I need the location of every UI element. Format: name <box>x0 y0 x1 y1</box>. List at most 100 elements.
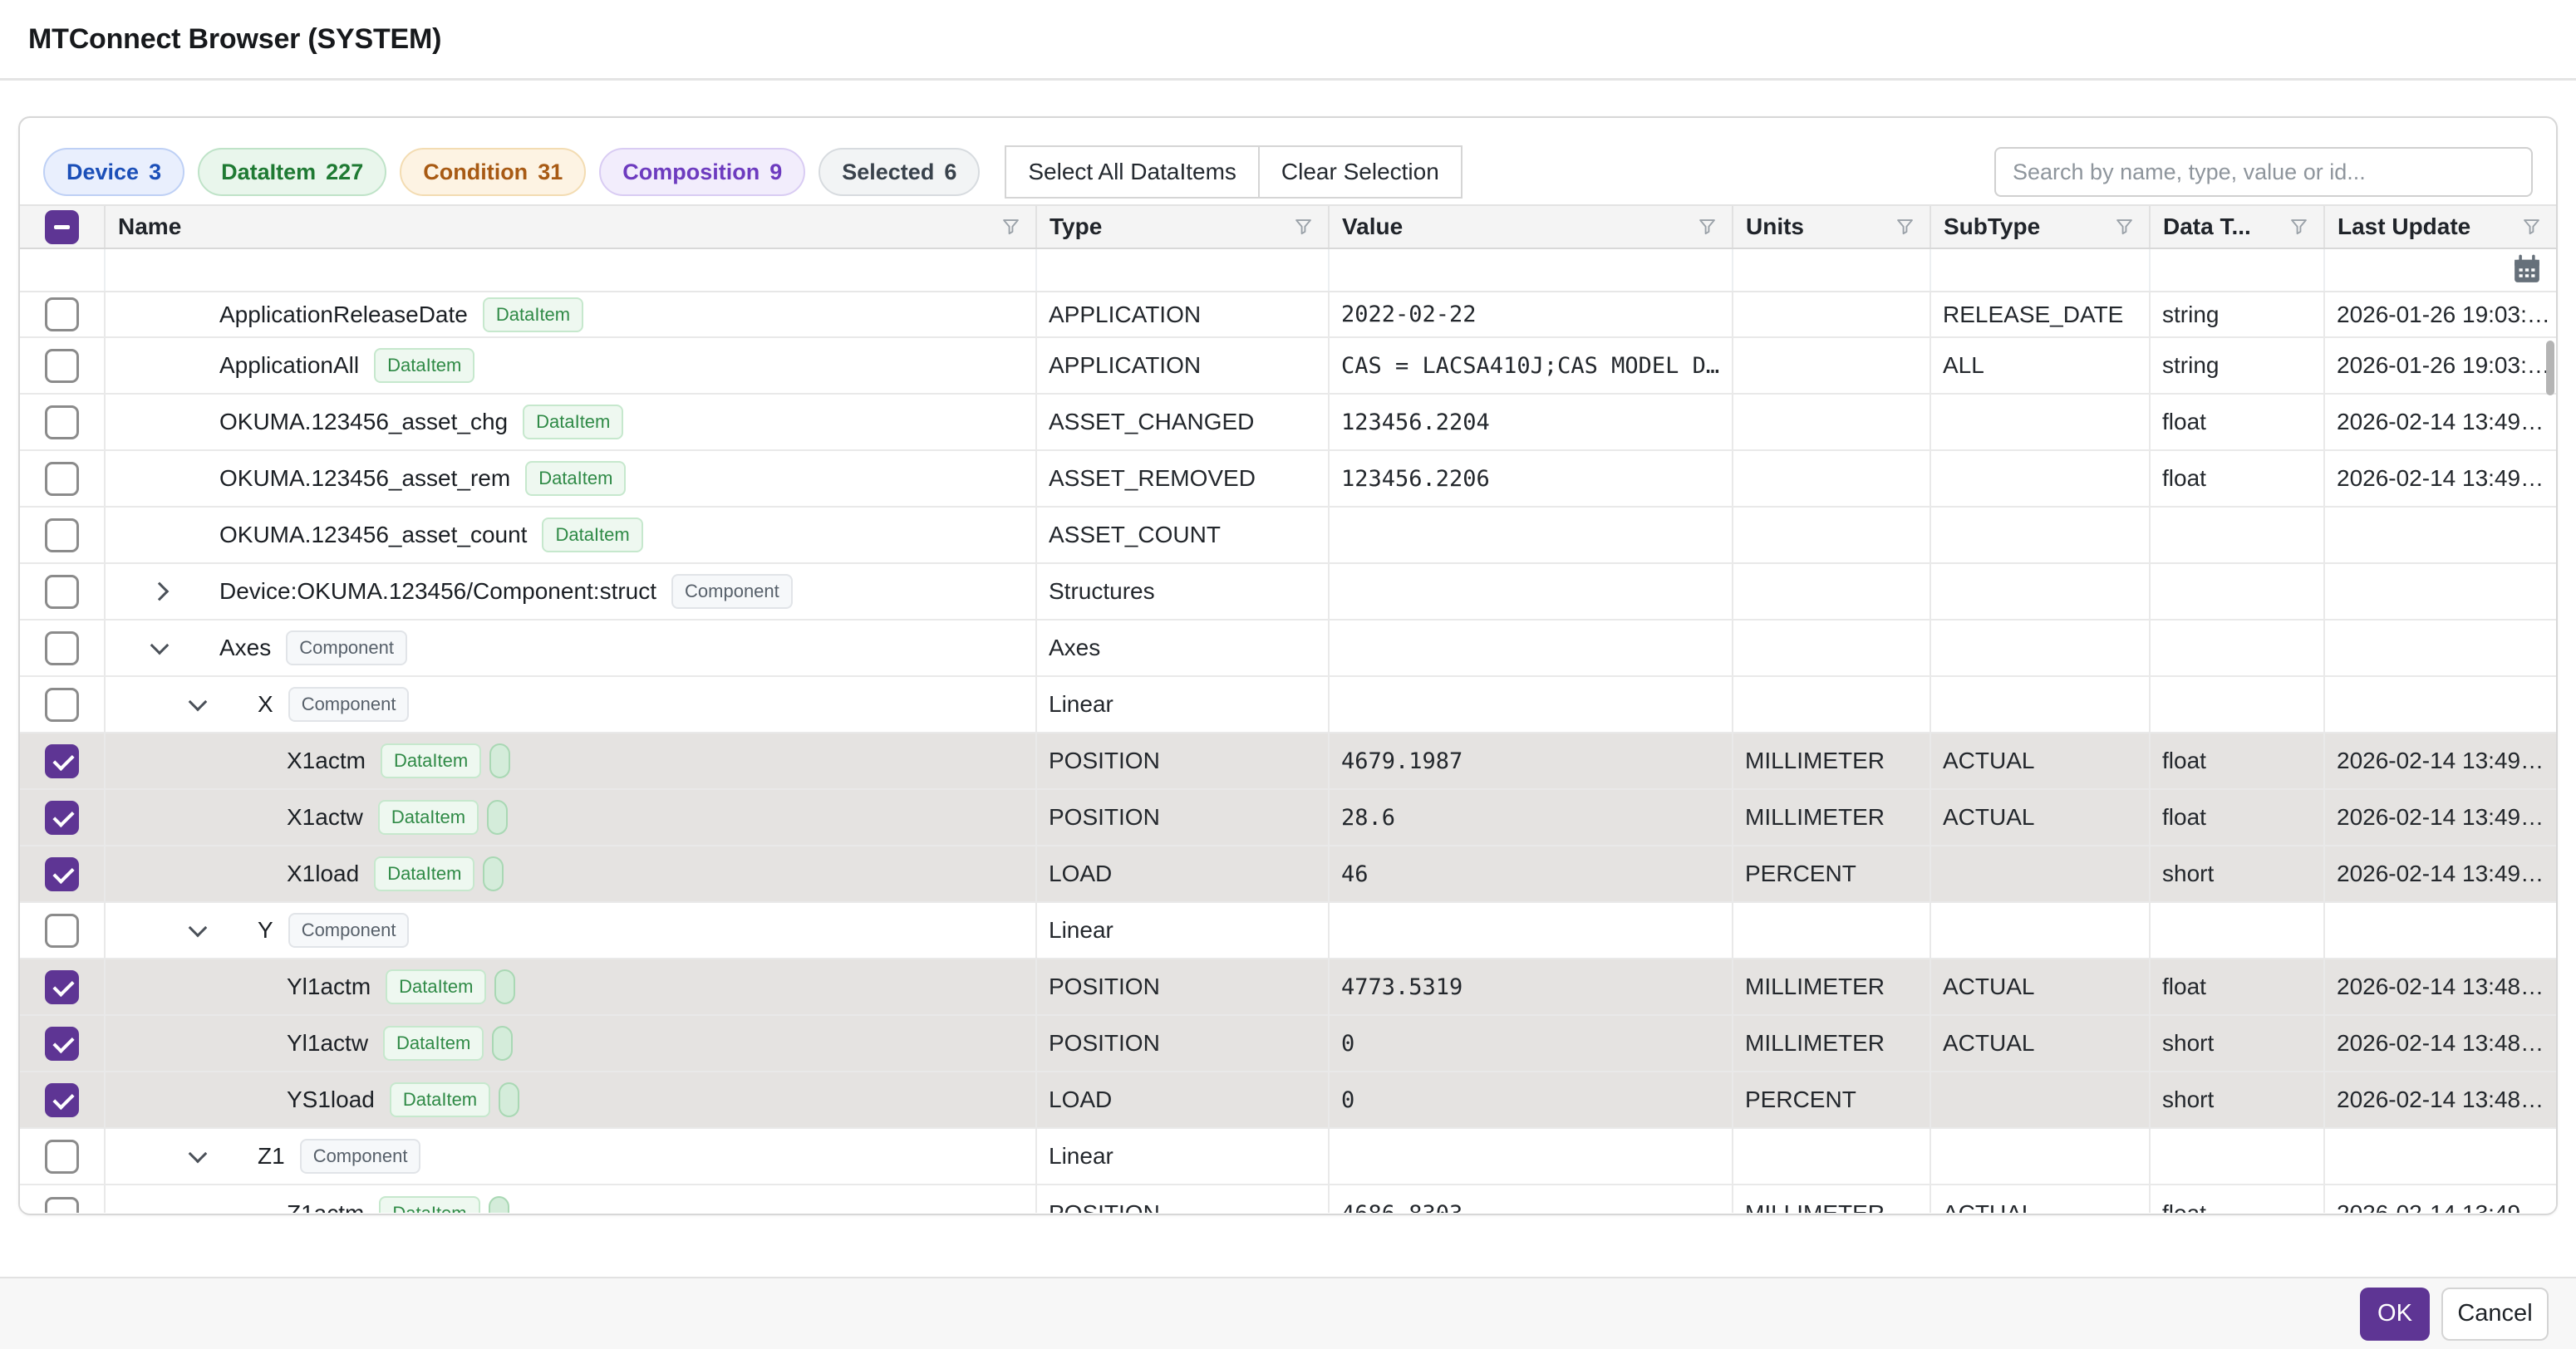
column-header-name[interactable]: Name <box>106 206 1037 248</box>
row-name: Yl1actw <box>287 1030 368 1057</box>
filter-cell-lastupdate[interactable] <box>2325 249 2556 291</box>
filter-cell-datatype[interactable] <box>2151 249 2325 291</box>
row-name-cell: Device:OKUMA.123456/Component:structComp… <box>106 564 1037 619</box>
column-header-lastupdate[interactable]: Last Update <box>2325 206 2556 248</box>
vertical-scrollbar-thumb[interactable] <box>2546 341 2554 395</box>
chip-device[interactable]: Device3 <box>43 148 184 196</box>
expand-chevron-icon[interactable] <box>150 582 170 602</box>
table-row[interactable]: ApplicationAllDataItemAPPLICATIONCAS = L… <box>20 338 2556 395</box>
table-row[interactable]: Device:OKUMA.123456/Component:structComp… <box>20 564 2556 621</box>
select-all-header-cell <box>20 206 106 248</box>
chip-condition[interactable]: Condition31 <box>400 148 586 196</box>
column-header-value[interactable]: Value <box>1330 206 1733 248</box>
calendar-icon[interactable] <box>2510 253 2544 287</box>
table-row[interactable]: X1actmDataItemPOSITION4679.1987MILLIMETE… <box>20 733 2556 790</box>
row-name: Yl1actm <box>287 974 371 1000</box>
chip-dataitem[interactable]: DataItem227 <box>198 148 386 196</box>
clear-selection-button[interactable]: Clear Selection <box>1258 145 1463 199</box>
row-checkbox[interactable] <box>45 914 79 948</box>
row-checkbox[interactable] <box>45 405 79 439</box>
row-checkbox[interactable] <box>45 1027 79 1061</box>
filter-cell-units[interactable] <box>1733 249 1931 291</box>
cancel-button[interactable]: Cancel <box>2441 1288 2549 1341</box>
filter-cell-name[interactable] <box>106 249 1037 291</box>
filter-cell-type[interactable] <box>1037 249 1330 291</box>
type-badge: DataItem <box>523 405 623 439</box>
row-checkbox[interactable] <box>45 970 79 1004</box>
status-pill <box>494 969 515 1004</box>
cell-last-update: 2026-01-26 19:03:… <box>2325 338 2556 393</box>
row-checkbox-cell <box>20 1072 106 1127</box>
table-row[interactable]: AxesComponentAxes <box>20 621 2556 677</box>
table-row[interactable]: Z1ComponentLinear <box>20 1129 2556 1185</box>
filter-cell-value[interactable] <box>1330 249 1733 291</box>
cell-type: ASSET_CHANGED <box>1037 395 1330 449</box>
table-row[interactable]: X1loadDataItemLOAD46PERCENTshort2026-02-… <box>20 846 2556 903</box>
cell-value: 123456.2204 <box>1330 395 1733 449</box>
cell-type: Linear <box>1037 677 1330 732</box>
row-checkbox[interactable] <box>45 744 79 778</box>
dialog-title-bar: MTConnect Browser (SYSTEM) <box>0 0 2576 81</box>
table-row[interactable]: YComponentLinear <box>20 903 2556 959</box>
filter-funnel-icon[interactable] <box>2113 216 2136 238</box>
row-checkbox[interactable] <box>45 857 79 891</box>
collapse-chevron-icon[interactable] <box>150 639 170 659</box>
table-row[interactable]: Z1actmDataItemPOSITION4686.8303MILLIMETE… <box>20 1185 2556 1213</box>
column-header-subtype[interactable]: SubType <box>1931 206 2151 248</box>
type-badge: DataItem <box>542 518 642 552</box>
table-row[interactable]: Yl1actwDataItemPOSITION0MILLIMETERACTUAL… <box>20 1016 2556 1072</box>
row-checkbox[interactable] <box>45 518 79 552</box>
row-checkbox-cell <box>20 846 106 901</box>
filter-funnel-icon[interactable] <box>1000 216 1022 238</box>
chip-selected[interactable]: Selected6 <box>819 148 980 196</box>
row-checkbox[interactable] <box>45 688 79 722</box>
filter-funnel-icon[interactable] <box>1292 216 1315 238</box>
table-row[interactable]: OKUMA.123456_asset_remDataItemASSET_REMO… <box>20 451 2556 508</box>
cell-type: Structures <box>1037 564 1330 619</box>
collapse-chevron-icon[interactable] <box>188 695 208 715</box>
cell-value: 4679.1987 <box>1330 733 1733 788</box>
filter-funnel-icon[interactable] <box>1696 216 1718 238</box>
filter-cell[interactable] <box>20 249 106 291</box>
column-header-units[interactable]: Units <box>1733 206 1931 248</box>
cell-value: 28.6 <box>1330 790 1733 845</box>
table-row[interactable]: X1actwDataItemPOSITION28.6MILLIMETERACTU… <box>20 790 2556 846</box>
type-badge: DataItem <box>379 1196 479 1213</box>
table-row[interactable]: ApplicationReleaseDateDataItemAPPLICATIO… <box>20 292 2556 338</box>
search-input[interactable] <box>1994 147 2533 197</box>
collapse-chevron-icon[interactable] <box>188 921 208 941</box>
filter-funnel-icon[interactable] <box>2520 216 2543 238</box>
cell-value: 123456.2206 <box>1330 451 1733 506</box>
row-name-cell: X1actwDataItem <box>106 790 1037 845</box>
column-header-datat[interactable]: Data T... <box>2151 206 2325 248</box>
table-row[interactable]: XComponentLinear <box>20 677 2556 733</box>
table-row[interactable]: Yl1actmDataItemPOSITION4773.5319MILLIMET… <box>20 959 2556 1016</box>
cell-units: MILLIMETER <box>1733 733 1931 788</box>
select-all-checkbox[interactable] <box>45 210 79 244</box>
row-checkbox[interactable] <box>45 1197 79 1214</box>
table-row[interactable]: YS1loadDataItemLOAD0PERCENTshort2026-02-… <box>20 1072 2556 1129</box>
column-header-type[interactable]: Type <box>1037 206 1330 248</box>
ok-button[interactable]: OK <box>2360 1288 2430 1341</box>
filter-funnel-icon[interactable] <box>1894 216 1916 238</box>
table-row[interactable]: OKUMA.123456_asset_countDataItemASSET_CO… <box>20 508 2556 564</box>
type-badge: Component <box>286 630 407 665</box>
row-checkbox[interactable] <box>45 575 79 609</box>
row-checkbox-cell <box>20 564 106 619</box>
row-checkbox[interactable] <box>45 1140 79 1174</box>
row-name: X <box>258 691 273 718</box>
cell-datatype: string <box>2151 338 2325 393</box>
chip-composition[interactable]: Composition9 <box>599 148 805 196</box>
filter-funnel-icon[interactable] <box>2288 216 2310 238</box>
row-name-cell: YS1loadDataItem <box>106 1072 1037 1127</box>
select-all-dataitems-button[interactable]: Select All DataItems <box>1005 145 1260 199</box>
row-checkbox[interactable] <box>45 349 79 383</box>
row-checkbox[interactable] <box>45 631 79 665</box>
row-checkbox[interactable] <box>45 462 79 496</box>
row-checkbox[interactable] <box>45 297 79 331</box>
row-checkbox[interactable] <box>45 1083 79 1117</box>
filter-cell-subtype[interactable] <box>1931 249 2151 291</box>
collapse-chevron-icon[interactable] <box>188 1147 208 1167</box>
table-row[interactable]: OKUMA.123456_asset_chgDataItemASSET_CHAN… <box>20 395 2556 451</box>
row-checkbox[interactable] <box>45 801 79 835</box>
